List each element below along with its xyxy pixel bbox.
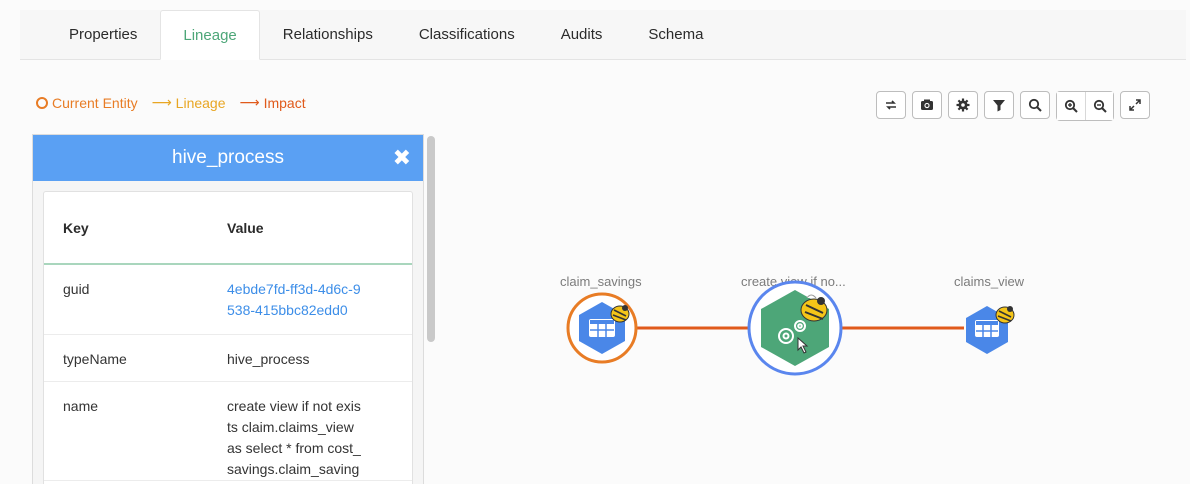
- zoom-group: [1056, 91, 1114, 121]
- legend-current-entity: Current Entity: [36, 95, 138, 111]
- value-column-header: Value: [227, 192, 412, 265]
- filter-icon: [993, 100, 1005, 112]
- node-claim-savings[interactable]: [566, 292, 638, 364]
- tab-schema[interactable]: Schema: [625, 9, 726, 59]
- table-row: name create view if not exis ts claim.cl…: [44, 381, 412, 481]
- row-value: create view if not exis ts claim.claims_…: [227, 381, 412, 481]
- lineage-graph: claim_savings create view if no... claim…: [440, 130, 1180, 484]
- panel-header: hive_process ✖: [33, 135, 423, 181]
- row-value: hive_process: [227, 334, 412, 382]
- tab-bar: Properties Lineage Relationships Classif…: [20, 10, 1186, 60]
- row-value-line: create view if not exis: [227, 397, 361, 414]
- legend-impact-label: Impact: [263, 94, 306, 111]
- filter-button[interactable]: [984, 91, 1014, 119]
- arrow-right-icon: ⟶: [151, 94, 172, 110]
- legend-lineage-label: Lineage: [175, 94, 226, 111]
- graph-toolbar: [876, 91, 1150, 121]
- entity-details-panel: hive_process ✖ Key Value guid 4ebde7fd-f…: [32, 134, 424, 484]
- row-value: 4ebde7fd-ff3d-4d6c-9 538-415bbc82edd0: [227, 264, 412, 335]
- fullscreen-icon: [1129, 99, 1141, 111]
- arrow-right-icon: ⟶: [239, 94, 260, 110]
- row-value-line: as select * from cost_: [227, 439, 361, 456]
- tab-lineage[interactable]: Lineage: [160, 10, 260, 60]
- legend-lineage: ⟶ Lineage: [152, 94, 226, 111]
- table-row: guid 4ebde7fd-ff3d-4d6c-9 538-415bbc82ed…: [44, 264, 412, 335]
- tab-audits[interactable]: Audits: [538, 9, 626, 59]
- legend-impact: ⟶ Impact: [240, 94, 306, 111]
- guid-link-line: 4ebde7fd-ff3d-4d6c-9: [227, 281, 361, 297]
- lineage-view: Properties Lineage Relationships Classif…: [0, 0, 1190, 484]
- table-icon: [975, 320, 999, 337]
- refresh-button[interactable]: [876, 91, 906, 119]
- lineage-legend: Current Entity ⟶ Lineage ⟶ Impact: [36, 94, 306, 111]
- tab-relationships[interactable]: Relationships: [260, 9, 396, 59]
- legend-current-entity-label: Current Entity: [52, 94, 138, 111]
- guid-link-line: 538-415bbc82edd0: [227, 302, 348, 318]
- zoom-in-icon: [1064, 99, 1078, 113]
- search-button[interactable]: [1020, 91, 1050, 119]
- node-claims-view[interactable]: [966, 306, 1015, 354]
- gear-icon: [956, 98, 970, 112]
- row-value-line: ts claim.claims_view: [227, 418, 354, 435]
- search-icon: [1028, 98, 1042, 112]
- row-key: guid: [44, 264, 227, 335]
- panel-scrollbar[interactable]: [427, 136, 435, 342]
- row-key: typeName: [44, 334, 227, 382]
- camera-icon: [921, 99, 933, 110]
- zoom-in-button[interactable]: [1057, 92, 1085, 120]
- refresh-icon: [886, 100, 896, 110]
- table-icon: [589, 319, 615, 337]
- guid-link[interactable]: 4ebde7fd-ff3d-4d6c-9 538-415bbc82edd0: [227, 281, 361, 318]
- properties-table-card: Key Value guid 4ebde7fd-ff3d-4d6c-9 538-…: [43, 191, 413, 484]
- hive-logo-icon: [995, 306, 1015, 324]
- zoom-out-icon: [1093, 99, 1107, 113]
- lineage-graph-canvas: [566, 280, 1015, 376]
- circle-icon: [36, 96, 48, 109]
- panel-title: hive_process: [172, 147, 284, 168]
- settings-button[interactable]: [948, 91, 978, 119]
- tab-properties[interactable]: Properties: [46, 9, 160, 59]
- key-column-header: Key: [44, 192, 227, 265]
- row-value-line: savings.claim_saving: [227, 460, 360, 477]
- zoom-out-button[interactable]: [1085, 92, 1113, 120]
- export-image-button[interactable]: [912, 91, 942, 119]
- tab-classifications[interactable]: Classifications: [396, 9, 538, 59]
- properties-table: Key Value guid 4ebde7fd-ff3d-4d6c-9 538-…: [44, 192, 412, 481]
- close-icon[interactable]: ✖: [393, 145, 411, 171]
- row-key: name: [44, 381, 227, 481]
- table-row: typeName hive_process: [44, 334, 412, 382]
- node-process[interactable]: [747, 280, 843, 376]
- fullscreen-button[interactable]: [1120, 91, 1150, 119]
